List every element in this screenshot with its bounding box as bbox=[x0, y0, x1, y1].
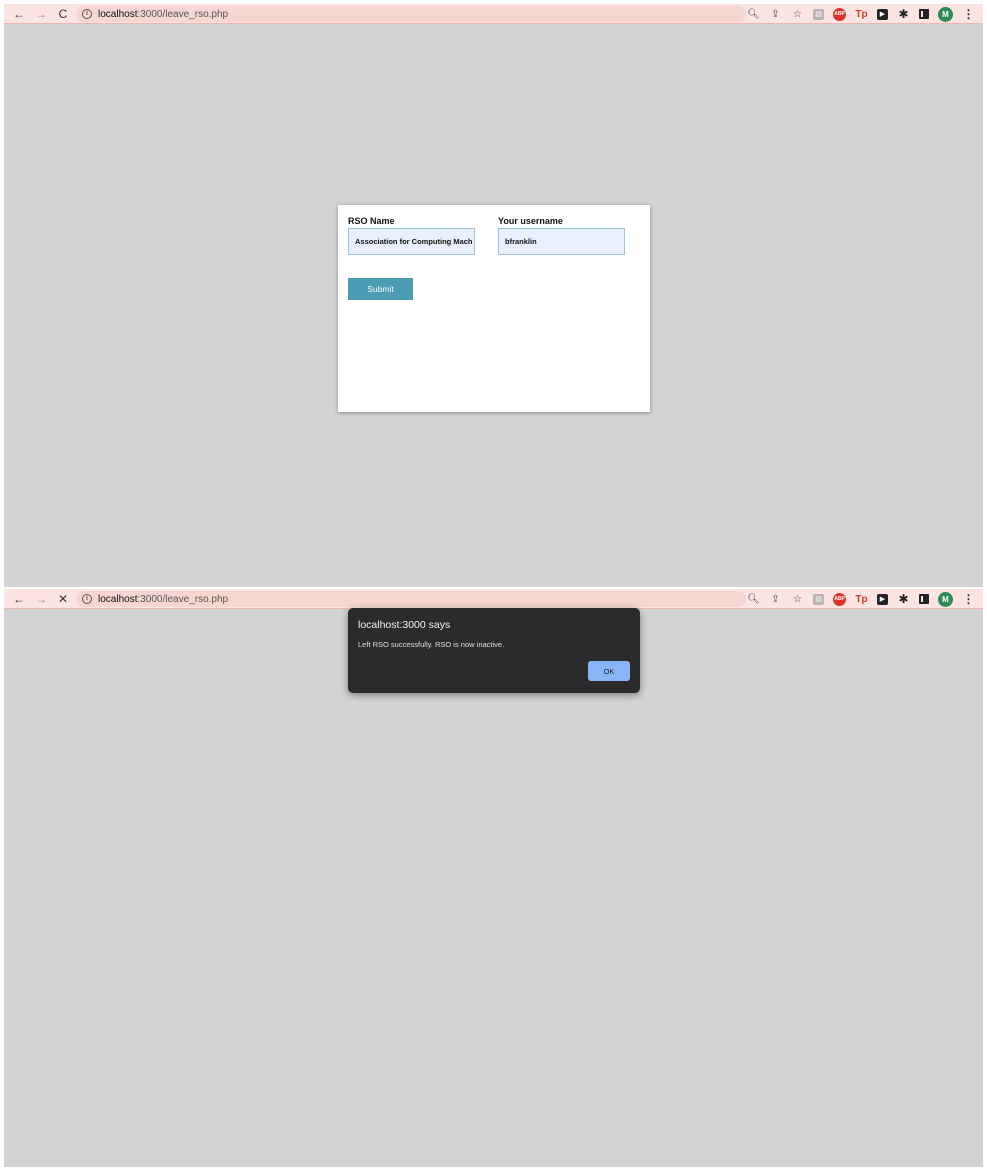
alert-message: Left RSO successfully. RSO is now inacti… bbox=[358, 640, 505, 649]
browser-window-after: ← → ✕ i localhost:3000/leave_rso.php 🔍︎ … bbox=[4, 589, 983, 1167]
profile-avatar[interactable]: M bbox=[938, 6, 953, 22]
address-bar[interactable]: i localhost:3000/leave_rso.php bbox=[76, 591, 746, 607]
adblock-icon[interactable]: ABP bbox=[833, 7, 846, 21]
reload-icon[interactable]: C bbox=[54, 5, 72, 23]
adblock-icon[interactable]: ABP bbox=[833, 592, 846, 606]
site-info-icon[interactable]: i bbox=[82, 594, 92, 604]
toolbar-actions: 🔍︎ ⇪ ☆ ▤ ABP Tp ▶ ✱ M ⋮ bbox=[747, 4, 975, 24]
rso-name-input[interactable]: Association for Computing Mach bbox=[348, 228, 475, 255]
submit-button[interactable]: Submit bbox=[348, 278, 413, 300]
browser-toolbar: ← → C i localhost:3000/leave_rso.php 🔍︎ … bbox=[4, 4, 983, 24]
forward-arrow-icon[interactable]: → bbox=[32, 5, 50, 23]
zoom-icon[interactable]: 🔍︎ bbox=[747, 593, 760, 606]
leave-rso-form: RSO Name Association for Computing Mach … bbox=[338, 205, 650, 412]
extension-icon[interactable]: ▤ bbox=[813, 593, 824, 605]
url-path: :3000/leave_rso.php bbox=[137, 8, 229, 20]
extension-icon[interactable]: ▤ bbox=[813, 8, 824, 20]
play-extension-icon[interactable]: ▶ bbox=[877, 593, 888, 605]
browser-window-before: ← → C i localhost:3000/leave_rso.php 🔍︎ … bbox=[4, 4, 983, 587]
share-icon[interactable]: ⇪ bbox=[769, 593, 782, 606]
site-info-icon[interactable]: i bbox=[82, 9, 92, 19]
forward-arrow-icon[interactable]: → bbox=[32, 590, 50, 608]
back-arrow-icon[interactable]: ← bbox=[10, 590, 28, 608]
extensions-puzzle-icon[interactable]: ✱ bbox=[897, 592, 910, 606]
alert-title: localhost:3000 says bbox=[358, 619, 451, 631]
zoom-icon[interactable]: 🔍︎ bbox=[747, 8, 760, 21]
url-path: :3000/leave_rso.php bbox=[137, 593, 229, 605]
toolbar-actions: 🔍︎ ⇪ ☆ ▤ ABP Tp ▶ ✱ M ⋮ bbox=[747, 589, 975, 609]
url-host: localhost bbox=[98, 593, 138, 605]
bookmark-star-icon[interactable]: ☆ bbox=[791, 593, 804, 606]
extensions-puzzle-icon[interactable]: ✱ bbox=[897, 7, 910, 21]
back-arrow-icon[interactable]: ← bbox=[10, 5, 28, 23]
share-icon[interactable]: ⇪ bbox=[769, 8, 782, 21]
ok-button[interactable]: OK bbox=[588, 661, 630, 681]
url-host: localhost bbox=[98, 8, 138, 20]
tp-extension-icon[interactable]: Tp bbox=[855, 8, 868, 21]
rso-name-label: RSO Name bbox=[348, 216, 395, 226]
address-bar[interactable]: i localhost:3000/leave_rso.php bbox=[76, 6, 746, 22]
more-menu-icon[interactable]: ⋮ bbox=[962, 7, 975, 21]
more-menu-icon[interactable]: ⋮ bbox=[962, 592, 975, 606]
tp-extension-icon[interactable]: Tp bbox=[855, 593, 868, 606]
browser-toolbar: ← → ✕ i localhost:3000/leave_rso.php 🔍︎ … bbox=[4, 589, 983, 609]
alert-dialog: localhost:3000 says Left RSO successfull… bbox=[348, 608, 640, 693]
username-label: Your username bbox=[498, 216, 563, 226]
side-panel-icon[interactable] bbox=[919, 9, 929, 19]
side-panel-icon[interactable] bbox=[919, 594, 929, 604]
stop-loading-icon[interactable]: ✕ bbox=[54, 590, 72, 608]
bookmark-star-icon[interactable]: ☆ bbox=[791, 8, 804, 21]
play-extension-icon[interactable]: ▶ bbox=[877, 8, 888, 20]
profile-avatar[interactable]: M bbox=[938, 591, 953, 607]
username-input[interactable]: bfranklin bbox=[498, 228, 625, 255]
